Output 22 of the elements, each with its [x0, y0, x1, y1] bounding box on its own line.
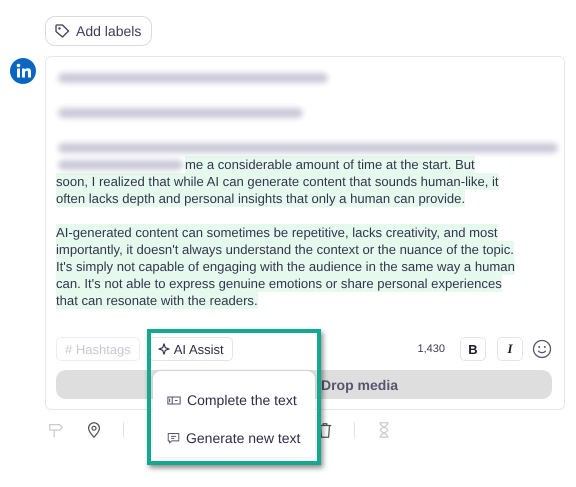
post-text: often lacks depth and personal insights that only a human can provide.: [56, 190, 466, 207]
post-text: It's simply not capable of engaging with the audience in the same way a human: [56, 258, 515, 275]
tag-icon: [54, 23, 70, 39]
post-text: can. It's not able to express genuine emotions or share personal experiences: [56, 275, 502, 292]
post-text: AI-generated content can sometimes be repetitive, lacks creativity, and most: [56, 224, 498, 241]
character-count: 1,430: [417, 343, 445, 355]
post-editor[interactable]: [45, 56, 565, 410]
emoji-icon[interactable]: [532, 339, 552, 359]
menu-item[interactable]: Complete the text: [153, 381, 315, 419]
post-text: me a considerable amount of time at the start. But: [185, 156, 475, 173]
sparkle-icon: [158, 343, 170, 355]
message-icon: [167, 432, 180, 444]
location-pin-icon[interactable]: [85, 421, 103, 439]
add-labels-button[interactable]: Add labels: [45, 16, 152, 46]
text-complete-icon: [167, 394, 181, 406]
post-text: that can resonate with the readers.: [56, 292, 258, 309]
post-text: importantly, it doesn't always understand the context or the nuance of the topic.: [56, 241, 514, 258]
linkedin-logo-icon: [10, 58, 36, 84]
bold-button[interactable]: B: [460, 337, 486, 361]
post-text: soon, I realized that while AI can generate content that sounds human-like, it: [56, 173, 499, 190]
italic-button[interactable]: I: [497, 337, 523, 361]
menu-item[interactable]: Generate new text: [153, 419, 315, 457]
